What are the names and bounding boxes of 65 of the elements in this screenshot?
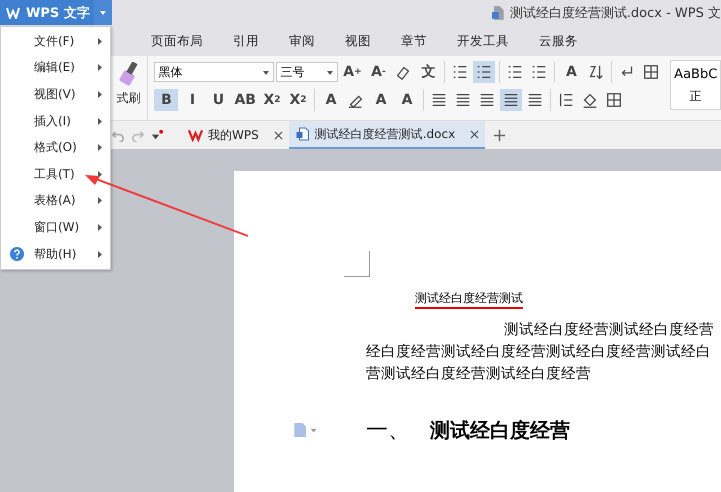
toolbar-button[interactable]: I (180, 89, 204, 111)
submenu-arrow-icon (98, 38, 102, 45)
submenu-arrow-icon (98, 90, 102, 98)
submenu-arrow-icon (98, 224, 102, 231)
document-icon (294, 127, 310, 141)
menu-item[interactable]: 格式(O) (1, 134, 110, 161)
paintbrush-icon[interactable] (118, 62, 139, 86)
toolbar-button[interactable]: A$^{+}$ (340, 61, 364, 83)
submenu-arrow-icon (98, 118, 102, 125)
toolbar-button[interactable]: A$^{-}$ (366, 61, 390, 83)
wps-logo-icon (6, 6, 20, 18)
submenu-arrow-icon (98, 64, 102, 72)
toolbar-button[interactable]: X$^{2}$ (260, 89, 284, 111)
document-tab[interactable]: 测试经白度经营测试.docx (288, 121, 486, 149)
menu-item[interactable]: 表格(A) (1, 188, 110, 214)
toolbar-button[interactable]: A (394, 89, 419, 111)
format-painter-label[interactable]: 式刷 (116, 90, 141, 107)
paragraph-icon[interactable] (294, 423, 318, 437)
toolbar-button[interactable]: U (206, 89, 230, 111)
heading-number: 一、 (366, 417, 410, 445)
paragraph-line: 营测试经白度经营测试经白度经营 (366, 364, 592, 384)
dropdown-icon[interactable] (150, 128, 163, 142)
close-icon[interactable] (274, 130, 283, 140)
toolbar-button[interactable]: B (154, 89, 178, 111)
submenu-arrow-icon (98, 144, 102, 152)
toolbar-button[interactable]: AB (232, 89, 258, 111)
ribbon-tab[interactable]: 开发工具 (442, 32, 524, 50)
toolbar-button[interactable]: A (368, 89, 393, 111)
ribbon-tab[interactable]: 视图 (330, 32, 386, 50)
help-icon (10, 247, 24, 262)
ribbon-tab[interactable]: 页面布局 (136, 32, 218, 50)
wps-logo-icon (188, 128, 203, 142)
close-icon[interactable] (470, 130, 480, 138)
toolbar-button[interactable]: A (559, 61, 584, 83)
style-sample: AaBbC (674, 67, 718, 82)
menu-item[interactable]: 视图(V) (1, 81, 110, 108)
menu-item[interactable]: 文件(F) (1, 28, 110, 55)
submenu-arrow-icon (98, 250, 102, 258)
toolbar-icon[interactable] (473, 61, 496, 83)
ribbon-tab[interactable]: 章节 (386, 32, 442, 50)
paragraph-line: 测试经白度经营测试经白度经营 (503, 320, 715, 340)
menu-item[interactable]: 插入(I) (1, 108, 110, 134)
toolbar-button[interactable]: 文 (416, 61, 440, 83)
document-title: 测试经白度经营测试 (415, 290, 523, 309)
document-tab[interactable]: 我的WPS (182, 121, 289, 149)
ribbon-tab[interactable]: 引用 (218, 32, 274, 50)
menu-item[interactable]: 编辑(E) (1, 54, 110, 82)
style-name: 正 (690, 88, 702, 105)
window-title: 测试经白度经营测试.docx - WPS 文 (510, 5, 721, 22)
toolbar-button[interactable]: A (318, 89, 343, 111)
toolbar-icon[interactable] (500, 89, 522, 111)
font-size-dropdown[interactable]: 三号 (276, 62, 338, 82)
ribbon-tab[interactable]: 审阅 (274, 32, 330, 50)
heading: 测试经白度经营 (430, 416, 570, 444)
margin-corner-mark (344, 251, 370, 277)
font-name-dropdown[interactable]: 黑体 (154, 62, 274, 82)
menu-item[interactable]: 窗口(W) (1, 214, 110, 241)
document-icon (492, 6, 504, 20)
menu-item[interactable]: 帮助(H) (1, 240, 110, 268)
paragraph-line: 经白度经营测试经白度经营测试经白度经营测试经白 (366, 342, 712, 362)
ribbon-tab[interactable]: 云服务 (524, 32, 593, 50)
app-menu-button[interactable]: WPS 文字 (0, 0, 112, 25)
new-tab-icon[interactable] (493, 128, 506, 142)
style-preview[interactable]: AaBbC 正 (670, 60, 721, 110)
submenu-arrow-icon (98, 197, 102, 204)
